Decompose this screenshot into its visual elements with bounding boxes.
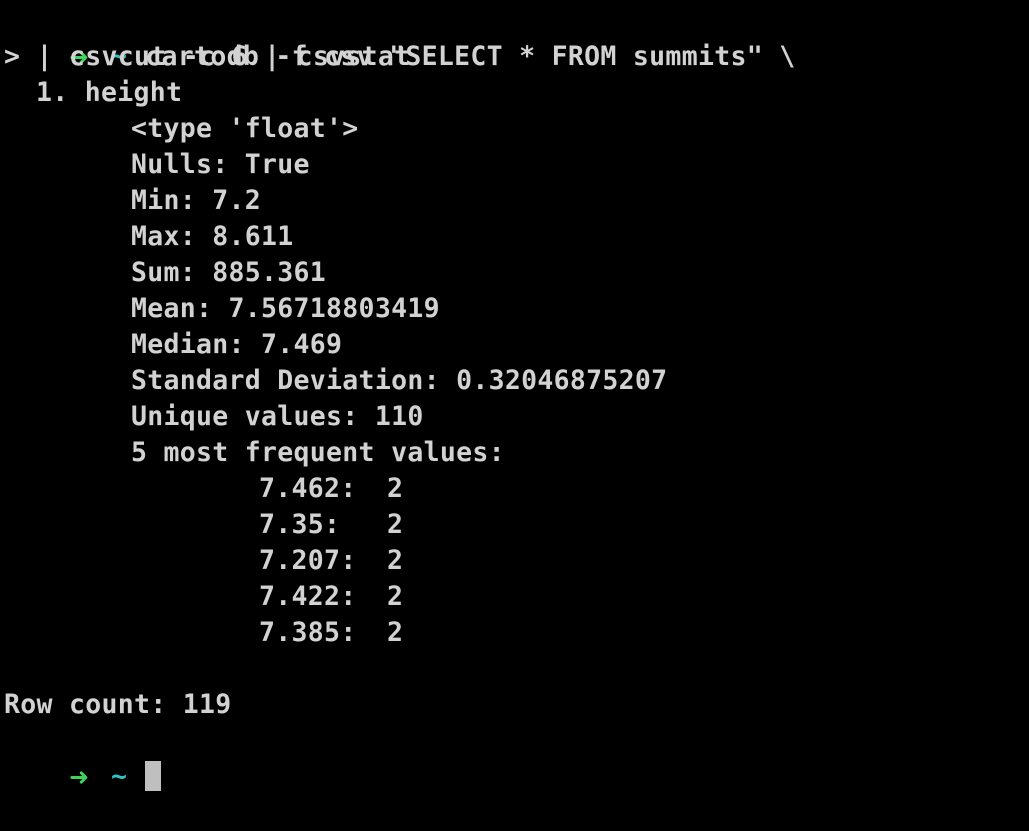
frequent-count: 2: [387, 473, 404, 504]
text-cursor[interactable]: [145, 760, 162, 791]
stat-stddev: Standard Deviation: 0.32046875207: [131, 365, 668, 396]
frequent-count: 2: [387, 509, 404, 540]
active-prompt-line[interactable]: ➜ ~: [4, 723, 162, 792]
frequent-value: 7.462:: [259, 473, 357, 504]
row-count: Row count: 119: [4, 689, 232, 720]
stat-median: Median: 7.469: [131, 329, 343, 360]
stat-frequent-header: 5 most frequent values:: [131, 437, 505, 468]
stat-unique: Unique values: 110: [131, 401, 424, 432]
frequent-value-row: 7.462: 2: [259, 471, 403, 507]
stat-type: <type 'float'>: [131, 113, 359, 144]
frequent-count: 2: [387, 581, 404, 612]
prompt-arrow-icon: ➜: [69, 763, 90, 791]
frequent-value-row: 7.385: 2: [259, 615, 403, 651]
frequent-count: 2: [387, 617, 404, 648]
frequent-value: 7.385:: [259, 617, 357, 648]
frequent-value: 7.207:: [259, 545, 357, 576]
stat-sum: Sum: 885.361: [131, 257, 327, 288]
command-prompt-line: ➜ ~ cartodb -f csv "SELECT * FROM summits"…: [4, 3, 795, 72]
frequent-value-row: 7.422: 2: [259, 579, 403, 615]
stat-nulls: Nulls: True: [131, 149, 310, 180]
frequent-value-row: 7.207: 2: [259, 543, 403, 579]
column-header: 1. height: [36, 77, 183, 108]
stat-min: Min: 7.2: [131, 185, 262, 216]
prompt-directory: ~: [111, 761, 128, 792]
frequent-value: 7.35:: [259, 509, 341, 540]
frequent-value: 7.422:: [259, 581, 357, 612]
stat-mean: Mean: 7.56718803419: [131, 293, 440, 324]
frequent-value-row: 7.35: 2: [259, 507, 403, 543]
command-continuation-line: > | csvcut -c 6 | csvstat: [4, 41, 411, 72]
stat-max: Max: 8.611: [131, 221, 294, 252]
frequent-count: 2: [387, 545, 404, 576]
terminal-window[interactable]: ➜ ~ cartodb -f csv "SELECT * FROM summits"…: [0, 0, 1029, 793]
